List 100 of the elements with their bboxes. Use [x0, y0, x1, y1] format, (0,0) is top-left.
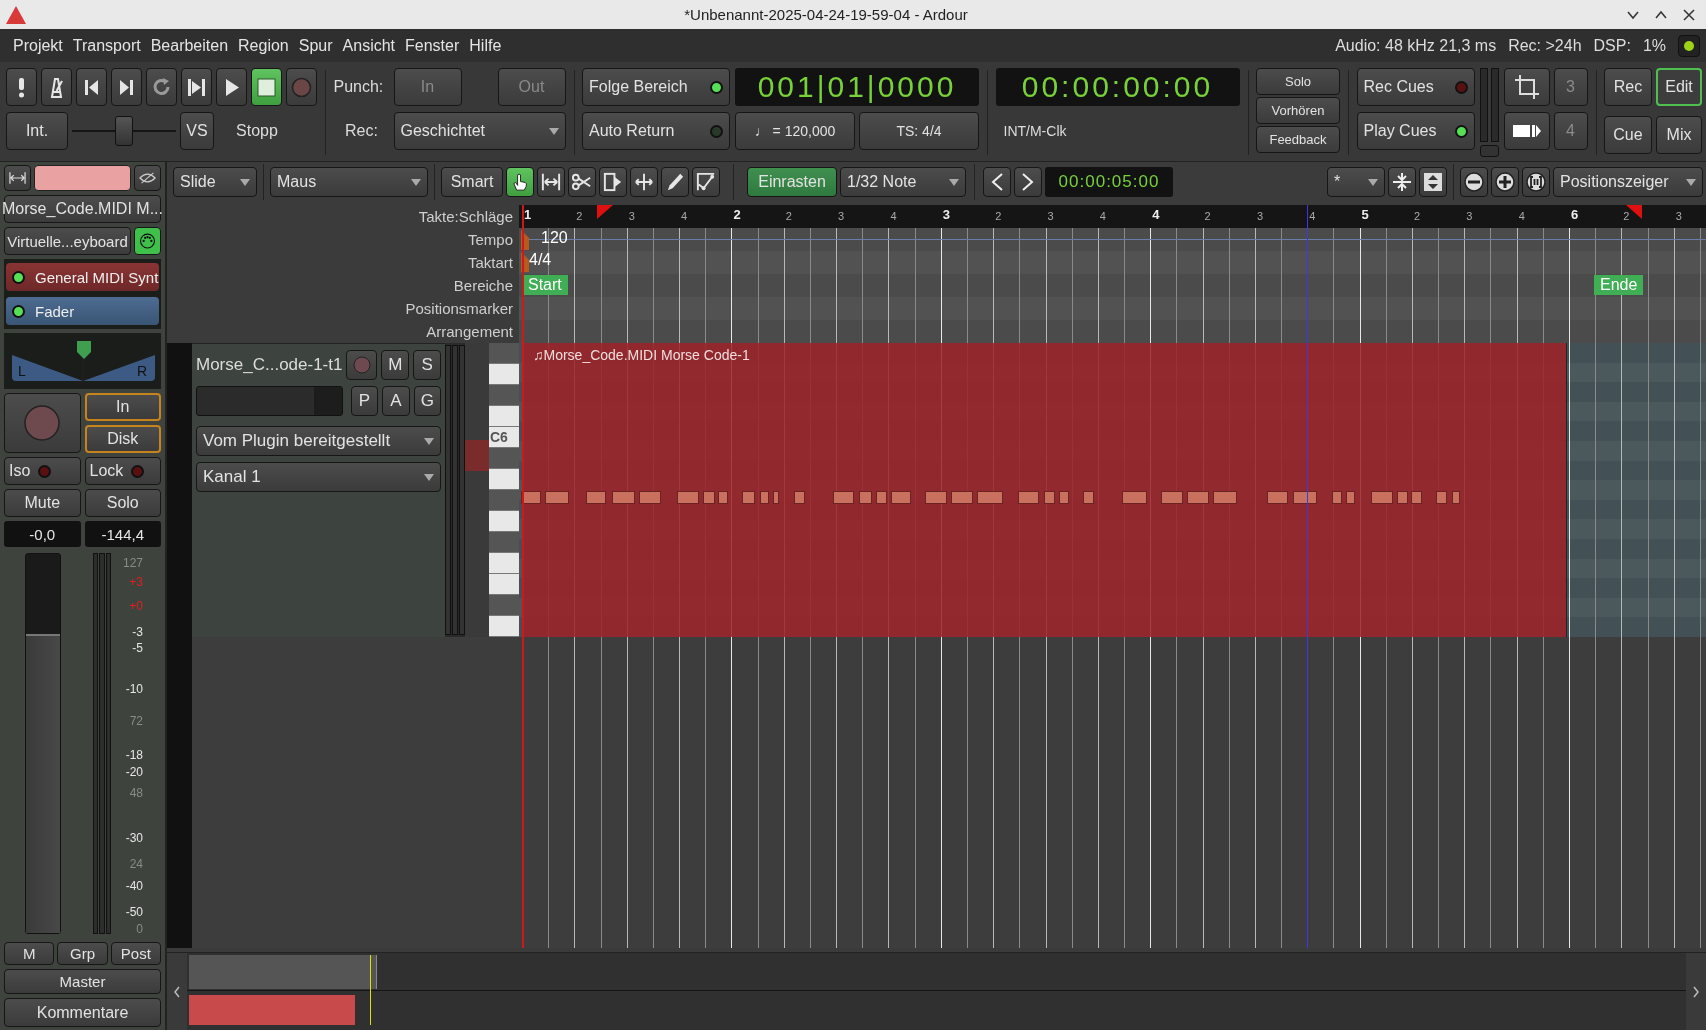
range-tool-button[interactable]: [537, 167, 565, 197]
move-tool-button[interactable]: [630, 167, 658, 197]
monitor-button[interactable]: Solo: [1256, 68, 1340, 95]
crop-button[interactable]: [1503, 68, 1550, 106]
menu-item[interactable]: Fenster: [400, 36, 465, 55]
piano-key[interactable]: [489, 469, 519, 490]
input-button[interactable]: Virtuelle...eyboard: [4, 227, 131, 255]
range-button[interactable]: [181, 68, 212, 106]
comments-button[interactable]: Kommentare: [4, 998, 161, 1027]
cut-tool-button[interactable]: [568, 167, 596, 197]
midi-input-button[interactable]: [134, 227, 161, 255]
next-button[interactable]: [1014, 167, 1042, 197]
menu-item[interactable]: Bearbeiten: [145, 36, 234, 55]
start-button[interactable]: [76, 68, 107, 106]
bbt-clock[interactable]: 001|01|0000: [735, 68, 979, 106]
edit-mode-dropdown[interactable]: Slide: [173, 167, 257, 197]
track-color-bar[interactable]: [34, 165, 131, 191]
record-mode-dropdown[interactable]: Geschichtet: [393, 112, 566, 150]
menu-item[interactable]: Ansicht: [337, 36, 401, 55]
peak-display[interactable]: -144,4: [84, 521, 161, 547]
previous-button[interactable]: [983, 167, 1011, 197]
varispeed-button[interactable]: VS: [180, 112, 214, 150]
mute-button[interactable]: Mute: [4, 489, 81, 517]
strip-option-button[interactable]: M: [4, 942, 55, 965]
pan-handle-icon[interactable]: [76, 341, 91, 359]
timecode-clock[interactable]: 00:00:00:00: [995, 68, 1240, 106]
piano-key[interactable]: [489, 364, 519, 385]
midi-notes-drawing[interactable]: [521, 491, 1461, 506]
strip-name-button[interactable]: Morse_Code.MIDI M...: [4, 195, 161, 223]
menu-item[interactable]: Region: [233, 36, 294, 55]
zoom-to-session-button[interactable]: [1522, 167, 1550, 197]
cue-page-button[interactable]: [1503, 112, 1550, 150]
alert-button[interactable]: [6, 68, 37, 106]
track-button[interactable]: G: [413, 386, 441, 416]
grab-tool-button[interactable]: [506, 167, 534, 197]
processor-item[interactable]: General MIDI Synt: [6, 263, 159, 291]
menu-item[interactable]: Spur: [293, 36, 338, 55]
gain-display[interactable]: -0,0: [4, 521, 81, 547]
draw-tool-button[interactable]: [661, 167, 689, 197]
expand-tracks-button[interactable]: [1419, 167, 1447, 197]
tempo-button[interactable]: ♩ = 120,000: [735, 112, 855, 150]
processor-item[interactable]: Fader: [6, 297, 159, 325]
piano-key[interactable]: [489, 616, 519, 637]
visible-tracks-dropdown[interactable]: *: [1327, 167, 1385, 197]
stop-button[interactable]: [251, 68, 282, 106]
piano-key[interactable]: [489, 553, 519, 574]
width-button[interactable]: [4, 165, 31, 191]
zoom-focus-dropdown[interactable]: Positionszeiger: [1553, 167, 1703, 197]
summary-overview[interactable]: [187, 953, 1686, 1030]
grid-dropdown[interactable]: 1/32 Note: [840, 167, 966, 197]
sync-button[interactable]: Int.: [6, 112, 68, 150]
meter-button[interactable]: TS: 4/4: [859, 112, 979, 150]
strip-option-button[interactable]: Post: [110, 942, 161, 965]
edit-point-dropdown[interactable]: Maus: [270, 167, 428, 197]
close-icon[interactable]: [1682, 7, 1696, 22]
automation-tool-button[interactable]: [692, 167, 720, 197]
output-button[interactable]: Master: [4, 969, 161, 994]
cues-button[interactable]: Play Cues: [1356, 112, 1475, 150]
monitor-button[interactable]: Vorhören: [1256, 97, 1340, 124]
toggle-button[interactable]: Auto Return: [582, 112, 730, 150]
lock-button[interactable]: Lock: [84, 457, 161, 485]
piano-key[interactable]: C6: [489, 427, 519, 448]
channel-mode-dropdown[interactable]: Vom Plugin bereitgestellt: [196, 426, 441, 456]
toggle-button[interactable]: Folge Bereich: [582, 68, 730, 106]
monitor-button[interactable]: Feedback: [1256, 126, 1340, 153]
play-button[interactable]: [216, 68, 247, 106]
hide-button[interactable]: [134, 165, 161, 191]
menu-item[interactable]: Transport: [67, 36, 146, 55]
piano-key[interactable]: [489, 574, 519, 595]
iso-button[interactable]: Iso: [4, 457, 81, 485]
shrink-tracks-button[interactable]: [1388, 167, 1416, 197]
piano-key[interactable]: [489, 406, 519, 427]
window-tab[interactable]: Rec: [1604, 68, 1652, 106]
smart-mode-button[interactable]: Smart: [441, 167, 503, 197]
track-name[interactable]: Morse_C...ode-1-t1: [196, 355, 343, 375]
track-button[interactable]: M: [381, 350, 410, 380]
stretch-tool-button[interactable]: [599, 167, 627, 197]
window-tab[interactable]: Edit: [1656, 68, 1702, 106]
end-button[interactable]: [111, 68, 142, 106]
zoom-out-button[interactable]: [1460, 167, 1488, 197]
loop-button[interactable]: [146, 68, 177, 106]
timeline-canvas[interactable]: ♫Morse_Code.MIDI Morse Code-1 1 2 3 4 2 2 3 4 3 2 3 4 4 2 3 4 5 2 3 4 6 2 3 120 4/4 Start Ende: [519, 205, 1706, 948]
nudge-clock[interactable]: 00:00:05:00: [1045, 167, 1173, 197]
solo-button[interactable]: Solo: [84, 489, 161, 517]
snap-button[interactable]: Einrasten: [747, 167, 837, 197]
input-level-bar[interactable]: [196, 386, 343, 416]
metronome-button[interactable]: [41, 68, 72, 106]
menu-item[interactable]: Projekt: [8, 36, 68, 55]
monitor-input-button[interactable]: In: [84, 393, 161, 421]
cues-button[interactable]: Rec Cues: [1356, 68, 1475, 106]
menu-item[interactable]: Hilfe: [464, 36, 507, 55]
zoom-in-button[interactable]: [1491, 167, 1519, 197]
strip-option-button[interactable]: Grp: [57, 942, 108, 965]
piano-keyboard[interactable]: C6: [489, 343, 519, 637]
channel-dropdown[interactable]: Kanal 1: [196, 462, 441, 492]
piano-key[interactable]: [489, 511, 519, 532]
track-button[interactable]: A: [382, 386, 410, 416]
track-button[interactable]: S: [413, 350, 441, 380]
window-tab[interactable]: Mix: [1656, 115, 1702, 154]
window-tab[interactable]: Cue: [1604, 115, 1652, 154]
